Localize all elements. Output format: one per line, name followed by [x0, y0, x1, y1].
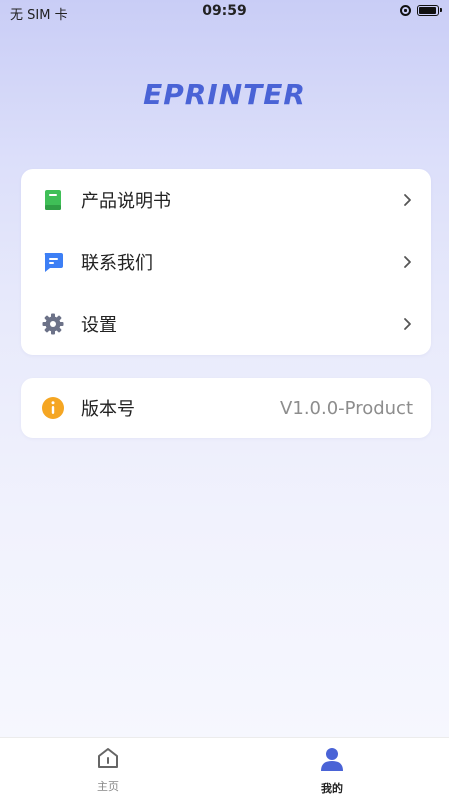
chevron-right-icon: [404, 318, 411, 330]
tab-bar: 主页 我的: [0, 737, 449, 800]
tab-home[interactable]: 主页: [68, 746, 148, 794]
version-card: 版本号 V1.0.0-Product: [21, 378, 431, 438]
book-icon: [45, 190, 61, 210]
version-label: 版本号: [81, 399, 135, 420]
menu-item-contact[interactable]: 联系我们: [21, 231, 431, 293]
app-logo: EPRINTER: [143, 78, 306, 111]
user-icon: [321, 748, 343, 771]
battery-icon: [417, 5, 442, 16]
status-time: 09:59: [202, 3, 247, 19]
menu-item-label: 产品说明书: [81, 191, 171, 212]
menu-item-settings[interactable]: 设置: [21, 293, 431, 355]
version-row: 版本号 V1.0.0-Product: [21, 378, 431, 438]
status-indicators: [400, 5, 442, 16]
version-value: V1.0.0-Product: [280, 397, 413, 419]
menu-card: 产品说明书 联系我们 设置: [21, 169, 431, 355]
tab-label: 主页: [97, 780, 119, 793]
tab-mine[interactable]: 我的: [292, 746, 372, 796]
menu-item-label: 联系我们: [81, 253, 153, 274]
orientation-lock-icon: [400, 5, 411, 16]
menu-item-manual[interactable]: 产品说明书: [21, 169, 431, 231]
chat-message-icon: [44, 253, 63, 272]
chevron-right-icon: [404, 256, 411, 268]
home-icon: [98, 748, 118, 768]
menu-item-label: 设置: [81, 315, 117, 336]
info-icon: [42, 397, 64, 419]
gear-icon: [42, 313, 64, 335]
status-bar: 无 SIM 卡 09:59: [0, 0, 449, 24]
chevron-right-icon: [404, 194, 411, 206]
tab-label: 我的: [321, 782, 343, 795]
